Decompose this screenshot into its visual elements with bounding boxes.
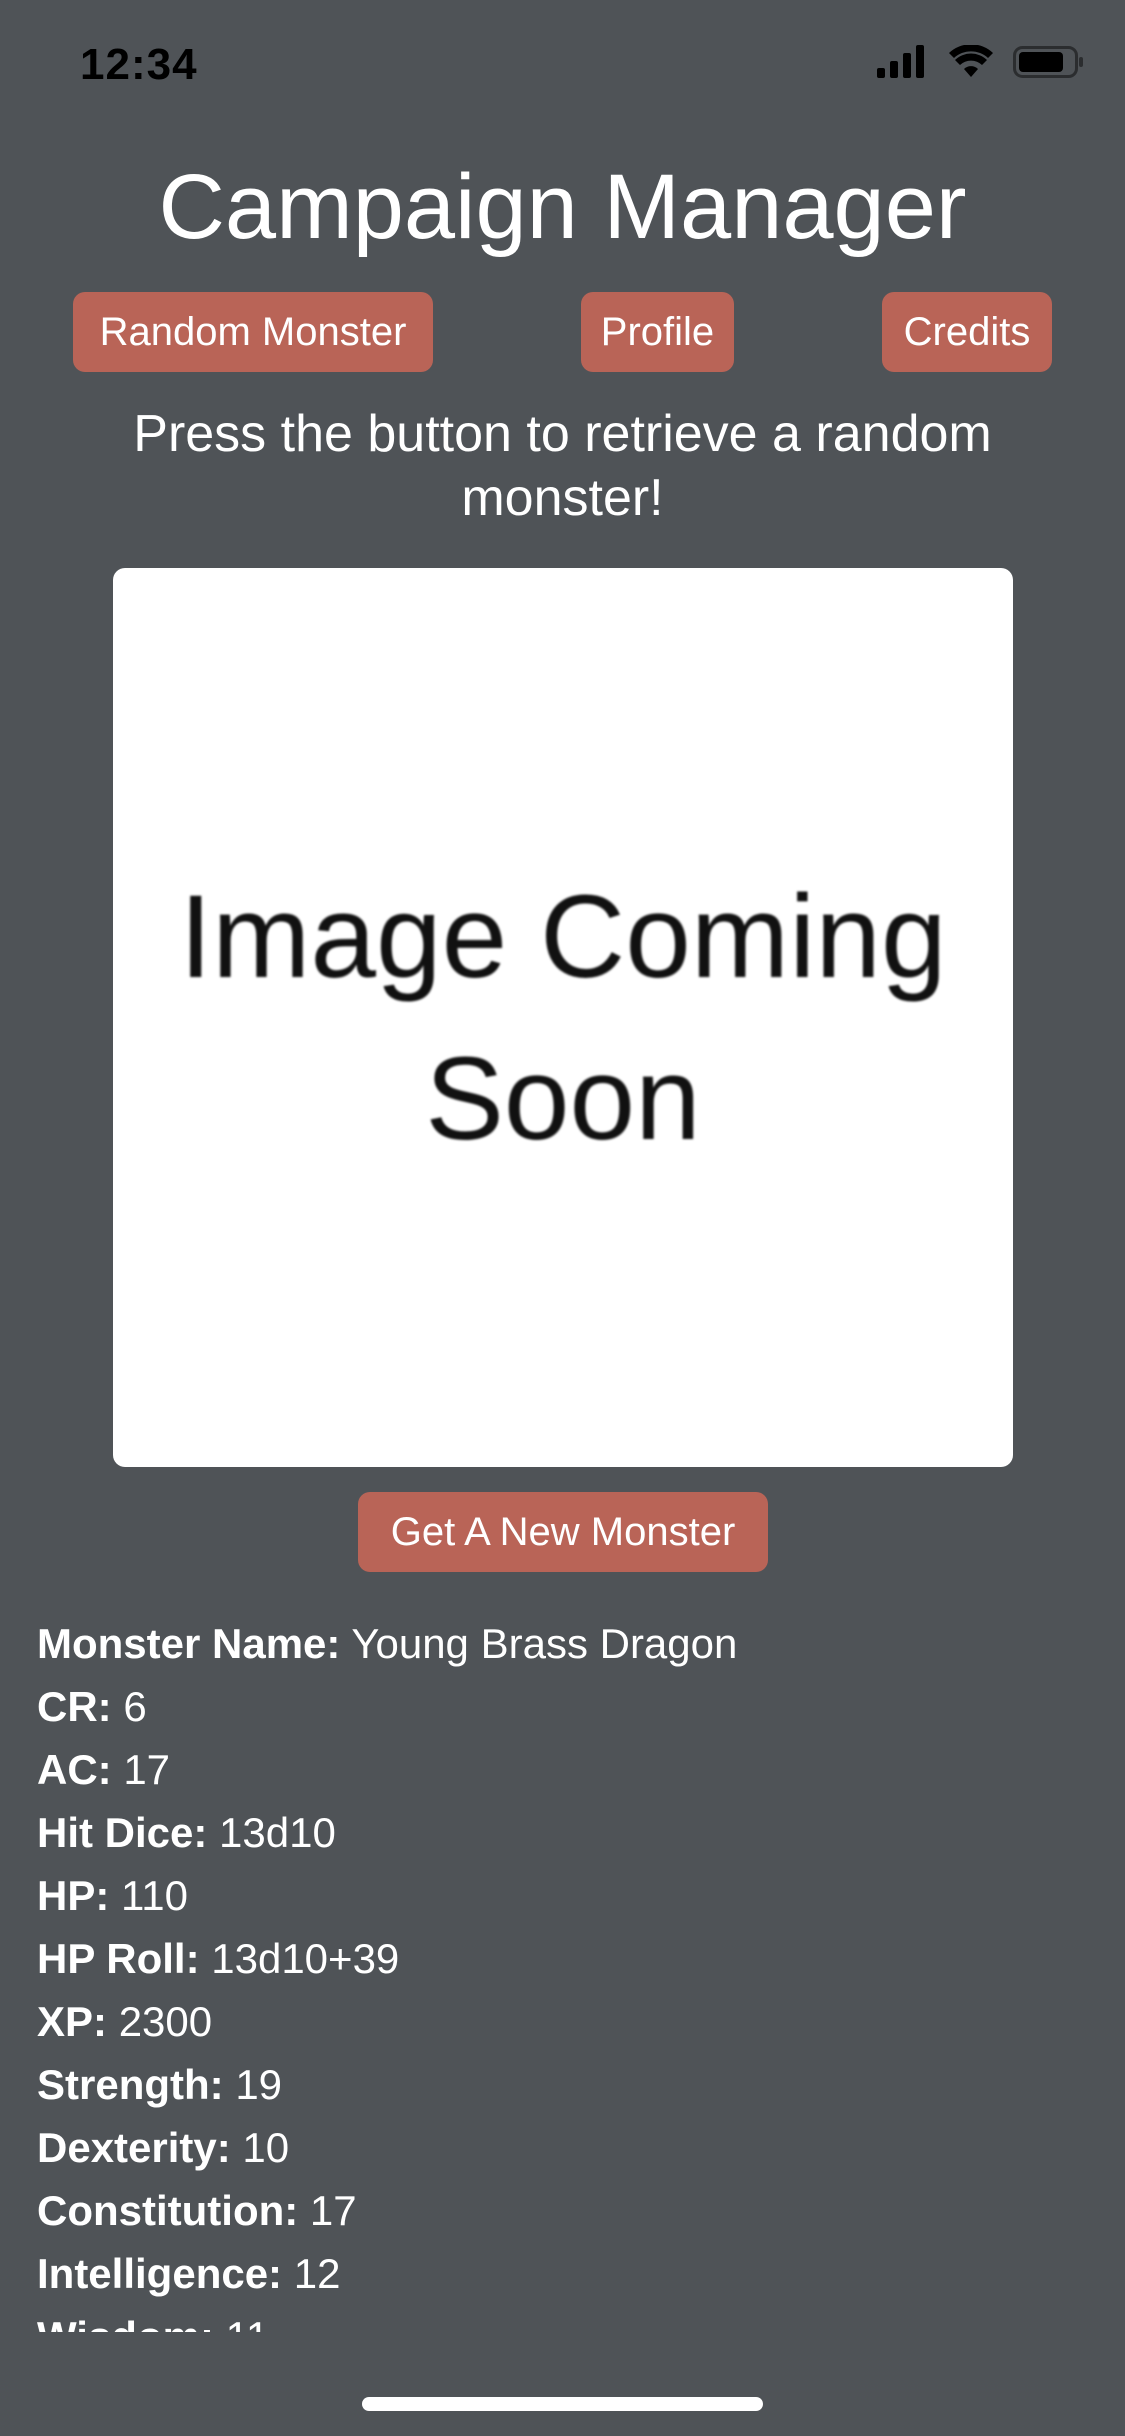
status-bar: 12:34 [0, 0, 1125, 140]
detail-label: Constitution: [37, 2187, 299, 2234]
detail-value: 17 [309, 2187, 357, 2234]
detail-value: 19 [235, 2061, 283, 2108]
battery-icon [1013, 44, 1085, 85]
detail-row-constitution: Constitution: 17 [37, 2179, 1087, 2242]
detail-value: 6 [123, 1683, 147, 1730]
signal-icon [877, 44, 929, 85]
status-time: 12:34 [80, 40, 198, 89]
detail-value: 12 [293, 2250, 341, 2297]
detail-row-ac: AC: 17 [37, 1738, 1087, 1801]
random-monster-button[interactable]: Random Monster [73, 292, 433, 372]
detail-label: Monster Name: [37, 1620, 341, 1667]
detail-label: HP Roll: [37, 1935, 200, 1982]
detail-value: 10 [242, 2124, 290, 2171]
get-new-monster-button[interactable]: Get A New Monster [358, 1492, 768, 1572]
detail-row-strength: Strength: 19 [37, 2053, 1087, 2116]
detail-value: 2300 [118, 1998, 213, 2045]
status-icons [877, 44, 1085, 85]
detail-label: Dexterity: [37, 2124, 231, 2171]
home-indicator[interactable] [362, 2397, 763, 2411]
detail-value: 13d10 [219, 1809, 336, 1856]
detail-value: Young Brass Dragon [351, 1620, 738, 1667]
detail-label: HP: [37, 1872, 110, 1919]
detail-row-hp: HP: 110 [37, 1864, 1087, 1927]
detail-label: Strength: [37, 2061, 224, 2108]
detail-row-intelligence: Intelligence: 12 [37, 2242, 1087, 2305]
credits-button[interactable]: Credits [882, 292, 1052, 372]
detail-value: 17 [123, 1746, 171, 1793]
detail-row-hit-dice: Hit Dice: 13d10 [37, 1801, 1087, 1864]
profile-button[interactable]: Profile [581, 292, 734, 372]
instruction-text: Press the button to retrieve a random mo… [133, 405, 992, 527]
detail-value: 13d10+39 [211, 1935, 400, 1982]
monster-details: Monster Name: Young Brass Dragon CR: 6 A… [37, 1612, 1087, 2332]
detail-value: 110 [121, 1872, 188, 1919]
detail-row-cr: CR: 6 [37, 1675, 1087, 1738]
monster-image-placeholder: Image Coming Soon [113, 568, 1013, 1467]
detail-row-dexterity: Dexterity: 10 [37, 2116, 1087, 2179]
detail-row-wisdom: Wisdom: 11 [37, 2305, 1087, 2332]
wifi-icon [949, 44, 993, 84]
detail-value: 11 [226, 2313, 270, 2332]
detail-label: XP: [37, 1998, 108, 2045]
detail-row-xp: XP: 2300 [37, 1990, 1087, 2053]
detail-label: Wisdom: [37, 2313, 214, 2332]
detail-row-hp-roll: HP Roll: 13d10+39 [37, 1927, 1087, 1990]
detail-row-name: Monster Name: Young Brass Dragon [37, 1612, 1087, 1675]
detail-label: CR: [37, 1683, 112, 1730]
detail-label: Intelligence: [37, 2250, 283, 2297]
detail-label: Hit Dice: [37, 1809, 208, 1856]
app-title: Campaign Manager [158, 156, 967, 258]
image-placeholder-text: Image Coming Soon [179, 870, 947, 1165]
detail-label: AC: [37, 1746, 112, 1793]
